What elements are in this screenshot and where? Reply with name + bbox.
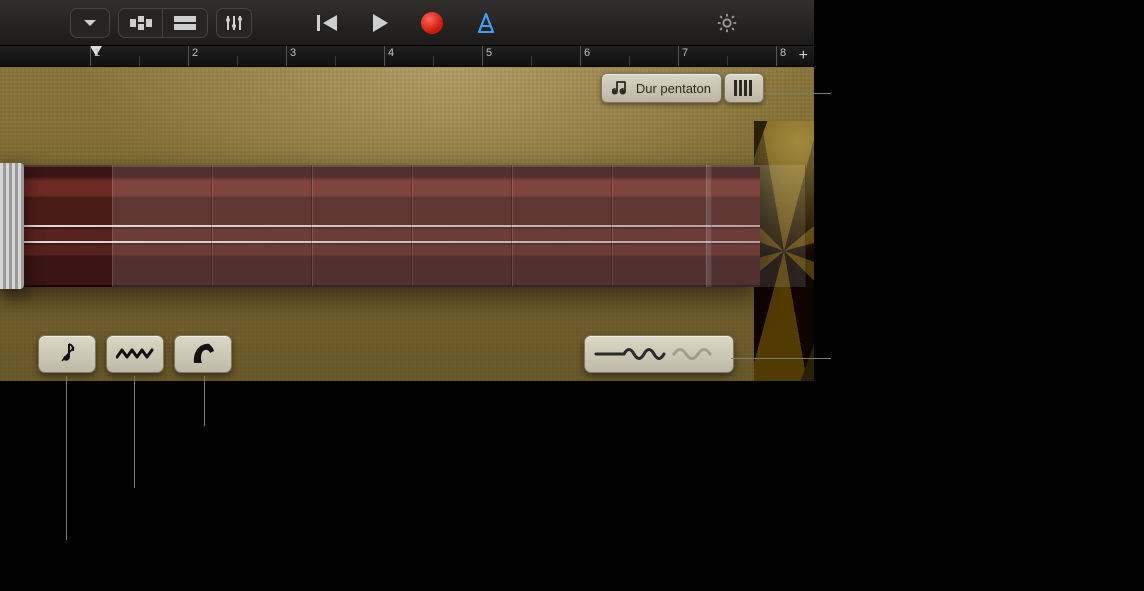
- fret-zone[interactable]: [212, 165, 312, 287]
- settings-button[interactable]: [712, 8, 742, 38]
- go-to-start-button[interactable]: [317, 14, 339, 32]
- transport-controls: [317, 12, 497, 34]
- ruler-beat: [629, 56, 633, 66]
- ruler-bar: 5: [482, 46, 492, 66]
- fret-zone[interactable]: [612, 165, 712, 287]
- fret-zone[interactable]: [112, 165, 212, 287]
- ruler-bar: 2: [188, 46, 198, 66]
- callout-line: [134, 376, 135, 488]
- chevron-down-icon: [83, 18, 97, 28]
- grace-note-icon: [56, 341, 78, 367]
- pitch-slider[interactable]: [584, 335, 734, 373]
- glissando-button[interactable]: [174, 335, 232, 373]
- metronome-button[interactable]: [475, 12, 497, 34]
- trill-button[interactable]: [106, 335, 164, 373]
- record-button[interactable]: [421, 12, 443, 34]
- erhu-nut: [0, 163, 24, 289]
- grid-view-icon: [174, 16, 196, 30]
- ruler-beat: [139, 56, 143, 66]
- ruler-bar: 7: [678, 46, 688, 66]
- scale-button[interactable]: Dur pentaton: [601, 73, 722, 103]
- eighth-notes-icon: [612, 80, 630, 96]
- scale-label: Dur pentaton: [636, 81, 711, 96]
- callout-line: [66, 376, 67, 540]
- view-toggle-group: [118, 8, 208, 38]
- horse-head-icon: [188, 341, 218, 367]
- instrument-stage: Dur pentaton: [0, 67, 814, 381]
- callout-line: [204, 376, 205, 426]
- add-section-button[interactable]: +: [799, 48, 808, 64]
- play-icon: [371, 13, 389, 33]
- ruler-beat: [237, 56, 241, 66]
- sliders-icon: [225, 14, 243, 32]
- ruler-bar: 6: [580, 46, 590, 66]
- view-toggle-grid[interactable]: [163, 8, 207, 38]
- ruler-beat: [727, 56, 731, 66]
- gear-icon: [716, 12, 738, 34]
- ruler-bar: 3: [286, 46, 296, 66]
- barcode-icon: [733, 79, 755, 97]
- fret-zone[interactable]: [412, 165, 512, 287]
- mixer-button[interactable]: [216, 8, 252, 38]
- keyboard-layout-button[interactable]: [724, 73, 764, 103]
- fret-zone[interactable]: [512, 165, 612, 287]
- topbar: [0, 0, 814, 46]
- ruler-bar: 8: [776, 46, 786, 66]
- ruler-beat: [433, 56, 437, 66]
- trill-wave-icon: [116, 347, 154, 361]
- record-icon: [421, 12, 443, 34]
- toolbar-menu-button[interactable]: [70, 8, 110, 38]
- view-toggle-tracks[interactable]: [119, 8, 163, 38]
- ruler-beat: [335, 56, 339, 66]
- prev-track-icon: [317, 14, 339, 32]
- callout-line: [731, 358, 831, 359]
- articulation-buttons: [38, 335, 232, 373]
- metronome-icon: [475, 12, 497, 34]
- ruler-beat: [531, 56, 535, 66]
- pitch-wave-icon: [594, 343, 724, 365]
- timeline-ruler[interactable]: 1 2 3 4 5 6 7 8 +: [0, 46, 814, 67]
- garageband-erhu-screen: 1 2 3 4 5 6 7 8 + Dur pentaton: [0, 0, 814, 381]
- callout-line: [763, 93, 831, 94]
- fret-zone[interactable]: [312, 165, 412, 287]
- ruler-bar: 4: [384, 46, 394, 66]
- play-button[interactable]: [371, 13, 389, 33]
- grace-note-button[interactable]: [38, 335, 96, 373]
- tracks-view-icon: [130, 16, 152, 30]
- ruler-bar: 1: [90, 46, 100, 66]
- fret-zone[interactable]: [706, 165, 806, 287]
